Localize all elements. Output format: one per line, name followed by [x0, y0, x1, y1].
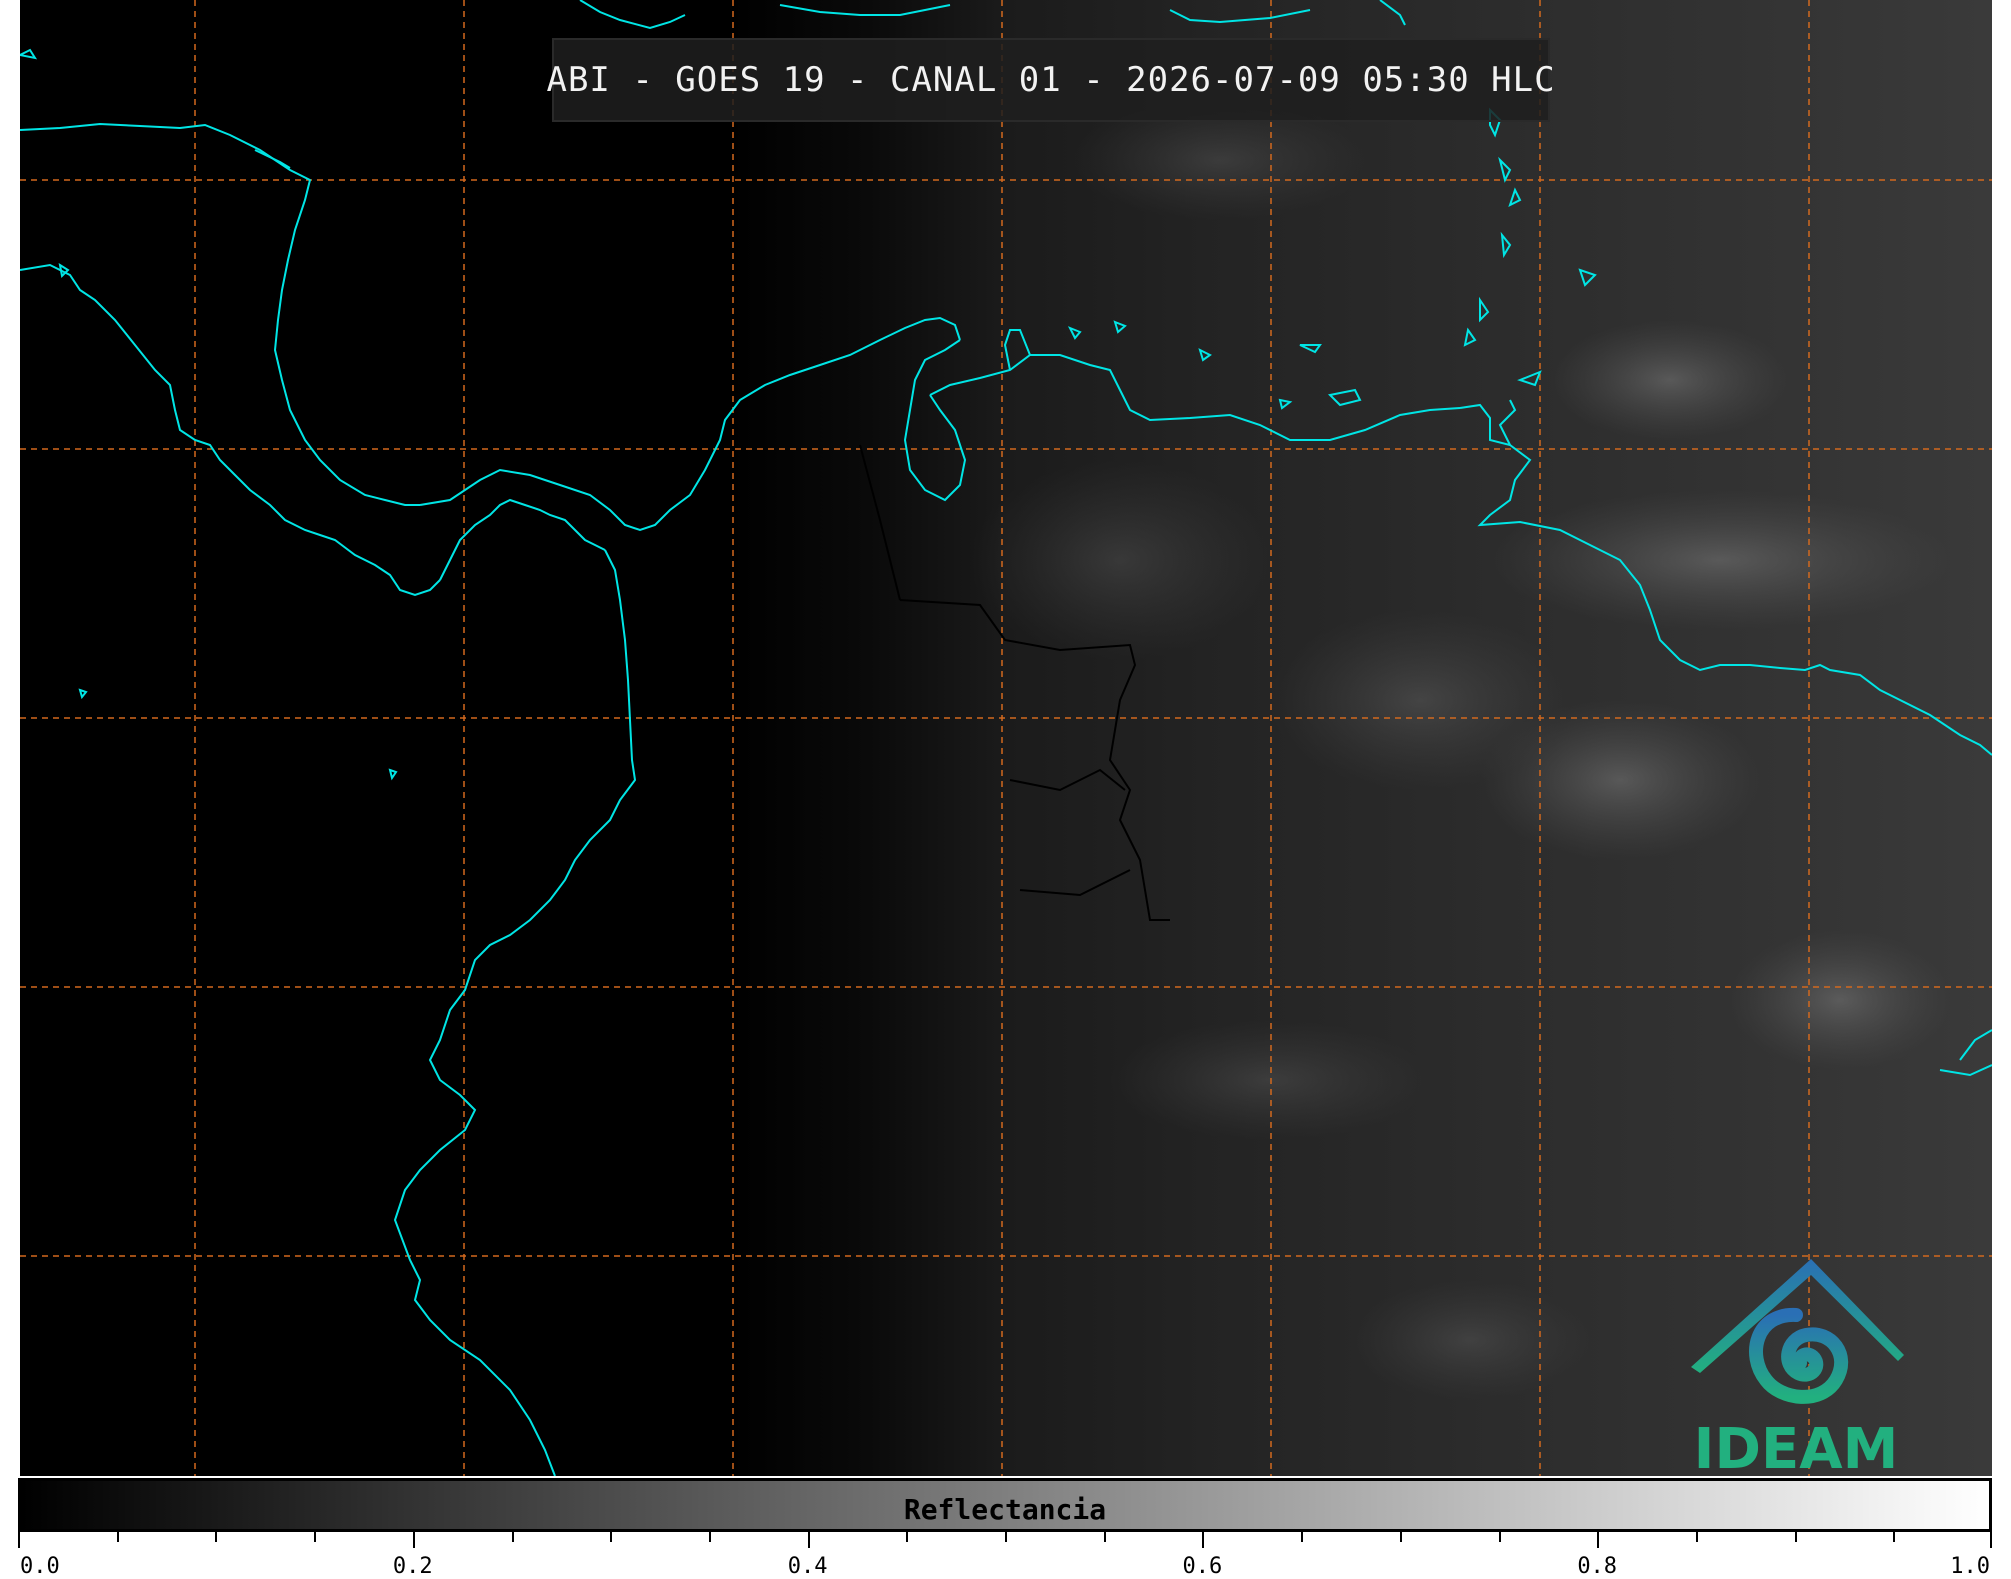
- title-box: ABI - GOES 19 - CANAL 01 - 2026-07-09 05…: [546, 38, 1555, 122]
- colorbar-tick: [1202, 1532, 1204, 1548]
- colorbar-tick: [413, 1532, 415, 1548]
- colorbar-tick-label: 0.8: [1577, 1554, 1618, 1579]
- colorbar-tick: [1400, 1532, 1402, 1542]
- colorbar-tick: [1104, 1532, 1106, 1542]
- colorbar-tick: [314, 1532, 316, 1542]
- colorbar-tick: [1795, 1532, 1797, 1542]
- cloud-cover: [970, 100, 1950, 1400]
- ideam-logo: IDEAM: [1686, 1255, 1906, 1476]
- colorbar-tick: [808, 1532, 810, 1548]
- colorbar-tick: [1990, 1532, 1992, 1548]
- colorbar-tick: [1597, 1532, 1599, 1548]
- colorbar-tick: [215, 1532, 217, 1542]
- colorbar-tick: [1005, 1532, 1007, 1542]
- colorbar: Reflectancia: [18, 1478, 1992, 1532]
- colorbar-tick: [512, 1532, 514, 1542]
- satellite-map: ABI - GOES 19 - CANAL 01 - 2026-07-09 05…: [20, 0, 1992, 1476]
- map-title: ABI - GOES 19 - CANAL 01 - 2026-07-09 05…: [546, 60, 1556, 100]
- ideam-logo-icon: [1691, 1259, 1904, 1404]
- colorbar-tick: [906, 1532, 908, 1542]
- colorbar-tick: [1301, 1532, 1303, 1542]
- colorbar-tick: [610, 1532, 612, 1542]
- colorbar-ticks: 0.0 0.2 0.4 0.6 0.8 1.0: [18, 1532, 1992, 1579]
- colorbar-tick-label: 0.2: [392, 1554, 433, 1579]
- colorbar-tick: [1499, 1532, 1501, 1542]
- colorbar-label: Reflectancia: [903, 1493, 1107, 1526]
- colorbar-tick: [1696, 1532, 1698, 1542]
- colorbar-tick: [1893, 1532, 1895, 1542]
- colorbar-tick: [117, 1532, 119, 1542]
- ideam-logo-text: IDEAM: [1693, 1417, 1899, 1476]
- colorbar-tick-label: 0.4: [787, 1554, 828, 1579]
- colorbar-tick-label: 1.0: [1950, 1554, 1990, 1579]
- colorbar-tick-label: 0.6: [1182, 1554, 1223, 1579]
- colorbar-tick: [709, 1532, 711, 1542]
- colorbar-tick: [18, 1532, 20, 1548]
- colorbar-tick-label: 0.0: [20, 1554, 60, 1579]
